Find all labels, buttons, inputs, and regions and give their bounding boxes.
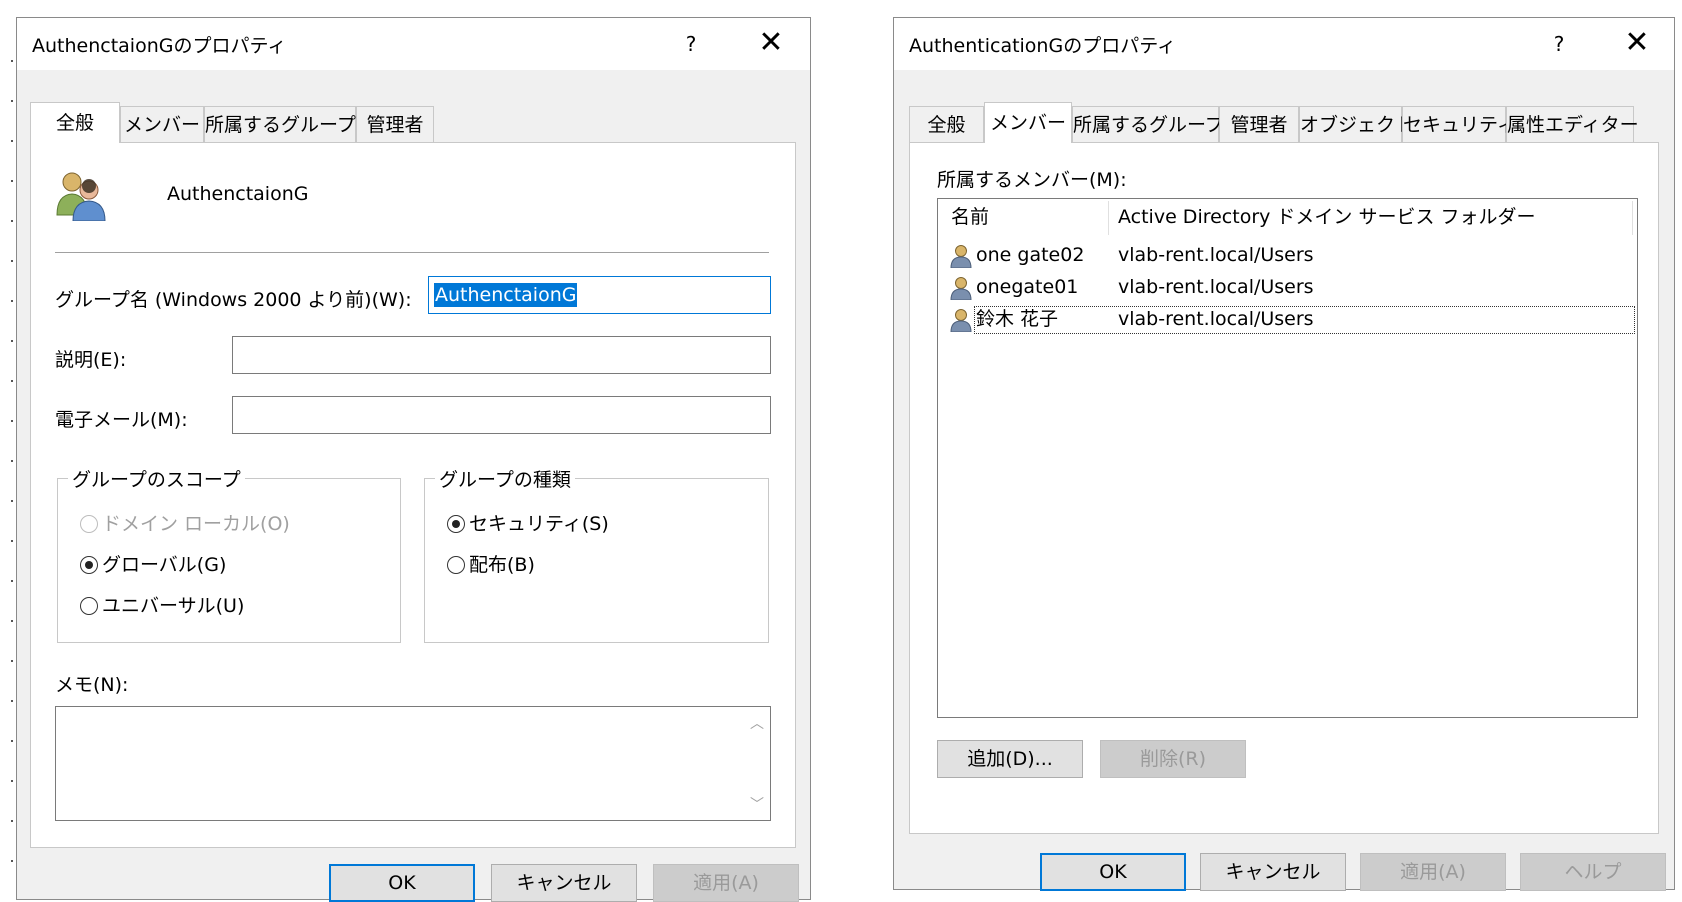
group-properties-dialog-general: AuthenctaionGのプロパティ ? ✕ 全般 メンバー 所属するグループ… <box>16 17 811 902</box>
help-button[interactable]: ? <box>671 24 711 64</box>
radio-label: グローバル(G) <box>102 554 227 576</box>
tab-object[interactable]: オブジェクト <box>1299 106 1414 142</box>
memo-textarea[interactable]: ︿ ﹀ <box>55 706 771 821</box>
scope-domain-local-radio: ドメイン ローカル(O) <box>80 509 290 536</box>
ok-button[interactable]: OK <box>1040 853 1186 891</box>
member-name: one gate02 <box>976 244 1085 266</box>
tab-member-of[interactable]: 所属するグループ <box>204 106 356 142</box>
window-title: AuthenticationGのプロパティ <box>909 35 1177 57</box>
title-bar: AuthenticationGのプロパティ ? ✕ <box>894 18 1674 70</box>
window-title: AuthenctaionGのプロパティ <box>32 35 287 57</box>
members-tab-panel: 所属するメンバー(M): 名前 Active Directory ドメイン サー… <box>909 142 1659 834</box>
separator <box>55 252 769 253</box>
ok-button[interactable]: OK <box>329 864 475 902</box>
group-type-group: グループの種類 セキュリティ(S) 配布(B) <box>424 465 769 643</box>
tab-general[interactable]: 全般 <box>30 102 120 143</box>
tab-general[interactable]: 全般 <box>909 106 984 142</box>
radio-circle <box>447 515 465 533</box>
remove-member-button: 削除(R) <box>1100 740 1246 778</box>
type-security-radio[interactable]: セキュリティ(S) <box>447 509 609 536</box>
tab-members[interactable]: メンバー <box>984 102 1072 143</box>
column-separator <box>1108 201 1109 235</box>
email-label: 電子メール(M): <box>55 409 188 431</box>
radio-label: ユニバーサル(U) <box>102 595 245 617</box>
tab-managed-by[interactable]: 管理者 <box>356 106 434 142</box>
members-label: 所属するメンバー(M): <box>937 169 1127 191</box>
member-folder: vlab-rent.local/Users <box>1118 244 1314 266</box>
pre2000-name-value: AuthenctaionG <box>434 283 578 307</box>
member-folder: vlab-rent.local/Users <box>1118 308 1314 330</box>
pre2000-name-input[interactable]: AuthenctaionG <box>428 276 771 314</box>
close-icon[interactable]: ✕ <box>1617 24 1657 64</box>
group-type-legend: グループの種類 <box>435 465 575 492</box>
column-header-folder[interactable]: Active Directory ドメイン サービス フォルダー <box>1118 199 1536 235</box>
tab-members[interactable]: メンバー <box>120 106 204 142</box>
radio-circle <box>447 556 465 574</box>
member-name: 鈴木 花子 <box>976 308 1059 330</box>
radio-circle <box>80 556 98 574</box>
title-bar: AuthenctaionGのプロパティ ? ✕ <box>17 18 810 70</box>
radio-label: ドメイン ローカル(O) <box>102 513 290 535</box>
list-item[interactable]: 鈴木 花子 vlab-rent.local/Users <box>938 305 1637 334</box>
group-scope-group: グループのスコープ ドメイン ローカル(O) グローバル(G) ユニバーサル(U… <box>57 465 401 643</box>
radio-circle <box>80 597 98 615</box>
description-input[interactable] <box>232 336 771 374</box>
help-button[interactable]: ? <box>1539 24 1579 64</box>
radio-circle <box>80 515 98 533</box>
user-icon <box>950 277 972 300</box>
group-scope-legend: グループのスコープ <box>68 465 245 492</box>
list-item[interactable]: onegate01 vlab-rent.local/Users <box>938 273 1637 301</box>
members-list[interactable]: 名前 Active Directory ドメイン サービス フォルダー one … <box>937 198 1638 718</box>
user-icon <box>950 245 972 268</box>
email-input[interactable] <box>232 396 771 434</box>
radio-label: セキュリティ(S) <box>469 513 609 535</box>
group-users-icon <box>56 172 106 221</box>
tab-member-of[interactable]: 所属するグループ <box>1072 106 1224 142</box>
cancel-button[interactable]: キャンセル <box>491 864 637 902</box>
tab-managed-by[interactable]: 管理者 <box>1219 106 1299 142</box>
pre2000-name-label: グループ名 (Windows 2000 より前)(W): <box>55 289 412 311</box>
chevron-up-icon[interactable]: ︿ <box>750 713 764 733</box>
help-footer-button: ヘルプ <box>1520 853 1666 891</box>
tab-strip: 全般 メンバー 所属するグループ 管理者 オブジェクト セキュリティ 属性エディ… <box>909 102 1659 143</box>
member-name: onegate01 <box>976 276 1079 298</box>
scope-global-radio[interactable]: グローバル(G) <box>80 550 226 577</box>
column-separator <box>1632 201 1633 235</box>
scope-universal-radio[interactable]: ユニバーサル(U) <box>80 591 244 618</box>
group-name-display: AuthenctaionG <box>167 183 309 205</box>
close-icon[interactable]: ✕ <box>751 24 791 64</box>
tab-attribute-editor[interactable]: 属性エディター <box>1506 106 1639 142</box>
description-label: 説明(E): <box>55 349 127 371</box>
user-icon <box>950 309 972 332</box>
add-member-button[interactable]: 追加(D)... <box>937 740 1083 778</box>
tab-security[interactable]: セキュリティ <box>1402 106 1516 142</box>
tab-strip: 全般 メンバー 所属するグループ 管理者 <box>30 102 800 143</box>
member-folder: vlab-rent.local/Users <box>1118 276 1314 298</box>
general-tab-panel: AuthenctaionG グループ名 (Windows 2000 より前)(W… <box>30 142 796 848</box>
type-distribution-radio[interactable]: 配布(B) <box>447 550 535 577</box>
radio-label: 配布(B) <box>469 554 535 576</box>
memo-label: メモ(N): <box>55 674 129 696</box>
column-header-name[interactable]: 名前 <box>951 199 989 235</box>
cancel-button[interactable]: キャンセル <box>1200 853 1346 891</box>
background-dotted-line <box>11 60 13 890</box>
apply-button: 適用(A) <box>1360 853 1506 891</box>
list-item[interactable]: one gate02 vlab-rent.local/Users <box>938 241 1637 269</box>
apply-button: 適用(A) <box>653 864 799 902</box>
group-properties-dialog-members: AuthenticationGのプロパティ ? ✕ 全般 メンバー 所属するグル… <box>893 17 1675 891</box>
chevron-down-icon[interactable]: ﹀ <box>750 794 764 814</box>
